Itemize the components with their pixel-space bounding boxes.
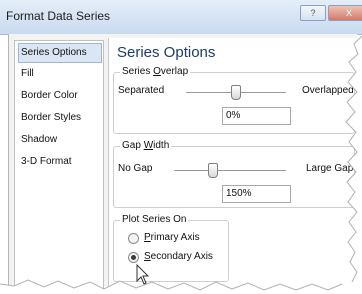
torn-edge-decoration	[0, 35, 362, 294]
